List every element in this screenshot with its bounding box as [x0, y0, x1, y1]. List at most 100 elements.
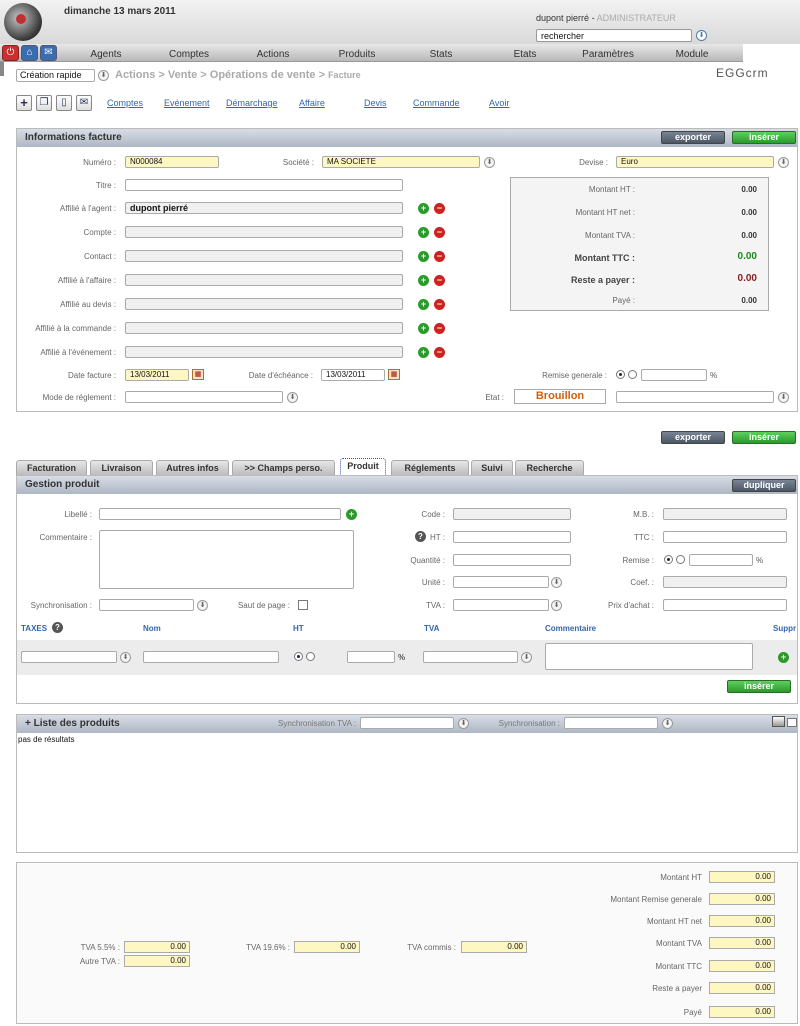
taxes-tva-field[interactable]: [423, 651, 518, 663]
link-devis[interactable]: Devis: [364, 98, 387, 108]
email-icon[interactable]: ✉: [76, 95, 92, 111]
nav-comptes[interactable]: Comptes: [144, 48, 234, 62]
export-button-bottom[interactable]: exporter: [661, 431, 725, 444]
taxes-type-field[interactable]: [21, 651, 117, 663]
add-icon[interactable]: +: [16, 95, 32, 111]
nav-produits[interactable]: Produits: [312, 48, 402, 62]
compte-field[interactable]: [125, 226, 403, 238]
titre-field[interactable]: [125, 179, 403, 191]
add-commande-icon[interactable]: +: [418, 323, 429, 334]
mb-field[interactable]: [663, 508, 787, 520]
insert-button-bottom[interactable]: insérer: [732, 431, 796, 444]
side-handle[interactable]: [0, 62, 4, 76]
print-icon[interactable]: [772, 716, 785, 727]
ttc-field[interactable]: [663, 531, 787, 543]
affaire-field[interactable]: [125, 274, 403, 286]
tab-reglements[interactable]: Réglements: [391, 460, 469, 475]
quantite-field[interactable]: [453, 554, 571, 566]
product-remise-percent-radio[interactable]: [664, 555, 673, 564]
nav-module[interactable]: Module: [647, 48, 737, 62]
societe-dropdown-icon[interactable]: ⬇: [484, 157, 495, 168]
commande-field[interactable]: [125, 322, 403, 334]
remise-amount-radio[interactable]: [628, 370, 637, 379]
taxes-nom-field[interactable]: [143, 651, 279, 663]
agent-field[interactable]: dupont pierré: [125, 202, 403, 214]
remise-percent-radio[interactable]: [616, 370, 625, 379]
search-go-icon[interactable]: ⬇: [696, 30, 707, 41]
devise-field[interactable]: Euro: [616, 156, 774, 168]
user-name[interactable]: dupont pierré: [536, 13, 589, 23]
product-remise-amount-radio[interactable]: [676, 555, 685, 564]
remise-generale-field[interactable]: [641, 369, 707, 381]
add-contact-icon[interactable]: +: [418, 251, 429, 262]
remove-commande-icon[interactable]: −: [434, 323, 445, 334]
tab-livraison[interactable]: Livraison: [90, 460, 153, 475]
taxes-ht-radio-off[interactable]: [306, 652, 315, 661]
unite-dropdown-icon[interactable]: ⬇: [551, 577, 562, 588]
sync-tva-dropdown-icon[interactable]: ⬇: [458, 718, 469, 729]
coef-field[interactable]: [663, 576, 787, 588]
etat-select[interactable]: [616, 391, 774, 403]
unite-field[interactable]: [453, 576, 549, 588]
sync-tva-field[interactable]: [360, 717, 454, 729]
nav-parametres[interactable]: Paramètres: [563, 48, 653, 62]
tab-facturation[interactable]: Facturation: [16, 460, 87, 475]
link-demarchage[interactable]: Démarchage: [226, 98, 278, 108]
commentaire-textarea[interactable]: [99, 530, 354, 589]
mode-reglement-dropdown-icon[interactable]: ⬇: [287, 392, 298, 403]
add-libelle-icon[interactable]: +: [346, 509, 357, 520]
search-input[interactable]: [536, 29, 692, 42]
power-icon[interactable]: ⏻: [2, 45, 19, 61]
product-remise-field[interactable]: [689, 554, 753, 566]
libelle-field[interactable]: [99, 508, 341, 520]
taxes-commentaire-field[interactable]: [545, 643, 753, 670]
add-agent-icon[interactable]: +: [418, 203, 429, 214]
nav-etats[interactable]: Etats: [480, 48, 570, 62]
tab-recherche[interactable]: Recherche: [515, 460, 584, 475]
remove-contact-icon[interactable]: −: [434, 251, 445, 262]
nav-stats[interactable]: Stats: [396, 48, 486, 62]
taxes-tva-dropdown-icon[interactable]: ⬇: [521, 652, 532, 663]
date-echeance-calendar-icon[interactable]: ▦: [388, 369, 400, 380]
remove-compte-icon[interactable]: −: [434, 227, 445, 238]
synchronisation-field[interactable]: [99, 599, 194, 611]
add-evenement-icon[interactable]: +: [418, 347, 429, 358]
copy-icon[interactable]: ❐: [36, 95, 52, 111]
insert-product-button[interactable]: insérer: [727, 680, 791, 693]
contact-field[interactable]: [125, 250, 403, 262]
add-compte-icon[interactable]: +: [418, 227, 429, 238]
date-facture-field[interactable]: 13/03/2011: [125, 369, 189, 381]
taxes-ht-radio-on[interactable]: [294, 652, 303, 661]
saut-de-page-checkbox[interactable]: [298, 600, 308, 610]
etat-dropdown-icon[interactable]: ⬇: [778, 392, 789, 403]
quick-create-dropdown-icon[interactable]: ⬇: [98, 70, 109, 81]
devis-field[interactable]: [125, 298, 403, 310]
code-field[interactable]: [453, 508, 571, 520]
remove-agent-icon[interactable]: −: [434, 203, 445, 214]
mode-reglement-field[interactable]: [125, 391, 283, 403]
tab-autres-infos[interactable]: Autres infos: [156, 460, 229, 475]
document-icon[interactable]: ▯: [56, 95, 72, 111]
tva-field[interactable]: [453, 599, 549, 611]
window-icon[interactable]: [787, 718, 797, 727]
nav-actions[interactable]: Actions: [228, 48, 318, 62]
breadcrumb-path[interactable]: Actions > Vente > Opérations de vente >: [115, 69, 325, 81]
remove-affaire-icon[interactable]: −: [434, 275, 445, 286]
quick-create-select[interactable]: Création rapide: [16, 69, 95, 82]
societe-field[interactable]: MA SOCIETE: [322, 156, 480, 168]
evenement-field[interactable]: [125, 346, 403, 358]
ht-field[interactable]: [453, 531, 571, 543]
nav-agents[interactable]: Agents: [61, 48, 151, 62]
taxes-percent-field[interactable]: [347, 651, 395, 663]
remove-evenement-icon[interactable]: −: [434, 347, 445, 358]
home-icon[interactable]: ⌂: [21, 45, 38, 61]
taxes-type-dropdown-icon[interactable]: ⬇: [120, 652, 131, 663]
duplicate-button[interactable]: dupliquer: [732, 479, 796, 492]
tab-suivi[interactable]: Suivi: [471, 460, 513, 475]
add-tax-icon[interactable]: +: [778, 652, 789, 663]
numero-field[interactable]: N000084: [125, 156, 219, 168]
prix-achat-field[interactable]: [663, 599, 787, 611]
tva-dropdown-icon[interactable]: ⬇: [551, 600, 562, 611]
link-evenement[interactable]: Evénement: [164, 98, 210, 108]
devise-dropdown-icon[interactable]: ⬇: [778, 157, 789, 168]
